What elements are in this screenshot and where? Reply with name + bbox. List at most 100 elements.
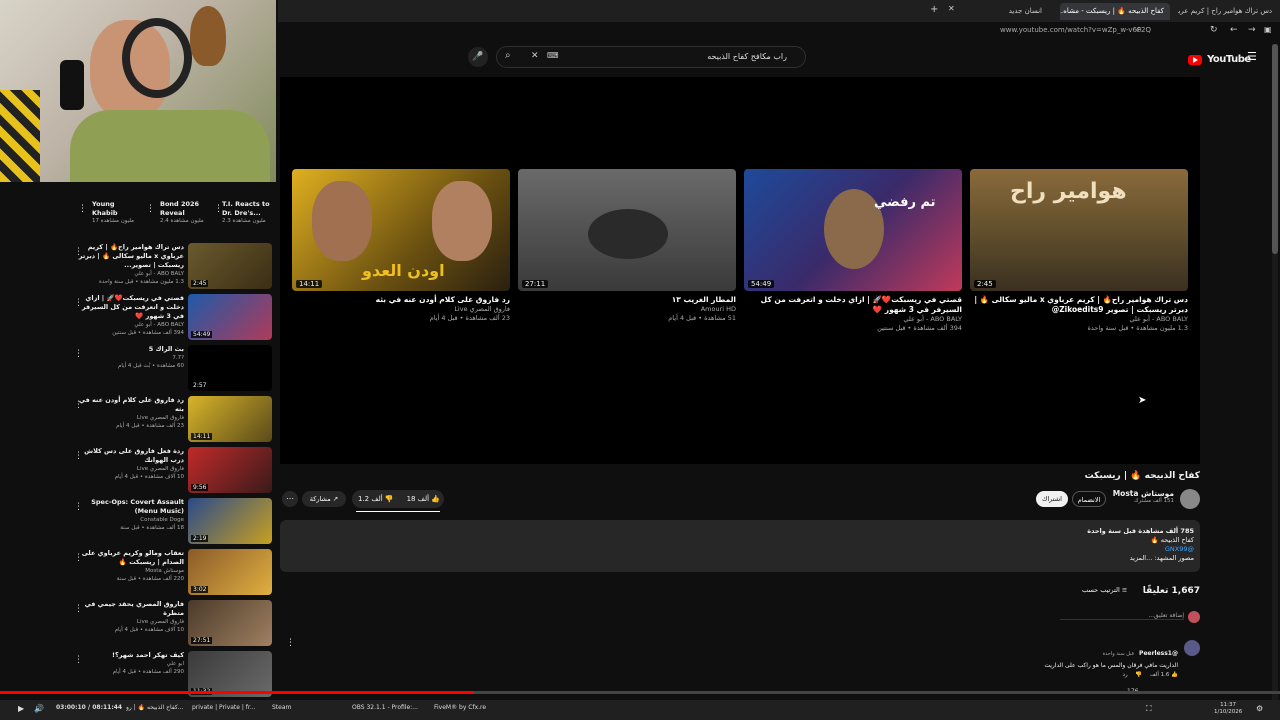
video-thumbnail[interactable]: 3:02 [188, 549, 272, 595]
video-thumbnail[interactable]: 2:57 [188, 345, 272, 391]
comment-author[interactable]: @Peerless1 [1139, 650, 1178, 657]
video-title[interactable]: رد فاروق على كلام أودن عنه في بثه [76, 396, 184, 414]
comments-kebab-icon[interactable]: ⋮ [286, 638, 295, 648]
page-scrollbar[interactable] [1272, 44, 1278, 700]
list-item[interactable]: 3:02 تعقاب ومالو وكريم عرباوي على الصدام… [72, 549, 272, 599]
like-button[interactable]: 18 ألف 👍 [407, 492, 440, 506]
video-thumbnail[interactable]: تم رفضي 54:49 [744, 169, 962, 291]
end-screen-card[interactable]: تم رفضي 54:49 قصتي في ريسبكت❤️🚀 | ازاي د… [744, 169, 962, 333]
list-item[interactable]: 14:11 رد فاروق على كلام أودن عنه في بثه ف… [72, 396, 272, 446]
add-comment-input[interactable]: إضافة تعليق... [1060, 612, 1184, 620]
description-more[interactable]: مصور المشهد: ...المزيد [1087, 554, 1194, 563]
video-title[interactable]: قصتي في ريسبكت❤️🚀 | ازاي دخلت و اتعرفت م… [76, 294, 184, 321]
channel-name[interactable]: فاروق المصري Live [76, 414, 184, 422]
list-item[interactable]: 27:51 فاروق المصري يحقد جيمي في متطرة فار… [72, 600, 272, 650]
stream-progress-track[interactable] [0, 691, 1280, 694]
url-field[interactable]: www.youtube.com/watch?v=wZp_w-v6F2Q [1000, 26, 1151, 34]
channel-name[interactable]: ABO BALY - أبو علي [970, 315, 1188, 324]
video-title[interactable]: تعقاب ومالو وكريم عرباوي على الصدام | ري… [76, 549, 184, 567]
kebab-icon[interactable]: ⋮ [74, 298, 83, 308]
fullscreen-icon[interactable]: ⛶ [1146, 704, 1152, 714]
channel-name[interactable]: ABO BALY - أبو علي [76, 270, 184, 278]
video-title[interactable]: المطار الغريب ١٣ [518, 295, 736, 305]
search-box[interactable]: راب مكافح كفاح الذبيحه ⌨ ✕ ⌕ [496, 46, 806, 68]
end-screen-card[interactable]: 27:11 المطار الغريب ١٣ Amouri HD 51 مشاه… [518, 169, 736, 323]
taskbar-item-steam[interactable]: Steam [272, 704, 291, 711]
kebab-icon[interactable]: ⋮ [78, 204, 87, 214]
kebab-icon[interactable]: ⋮ [74, 400, 83, 410]
avatar[interactable] [1180, 489, 1200, 509]
share-button[interactable]: مشاركة ↗ [302, 491, 346, 507]
channel-name[interactable]: فاروق المصري Live [76, 465, 184, 473]
kebab-icon[interactable]: ⋮ [74, 349, 83, 359]
end-screen-card[interactable]: اودن العدو 14:11 رد فاروق على كلام أودن … [292, 169, 510, 323]
clear-search-icon[interactable]: ✕ [531, 51, 539, 61]
list-item[interactable]: 54:49 قصتي في ريسبكت❤️🚀 | ازاي دخلت و ات… [72, 294, 272, 344]
taskbar-item-browser[interactable]: كفاح الذبيحه 🔥 | رو... [126, 704, 186, 711]
channel-name[interactable]: Amouri HD [518, 305, 736, 314]
dislike-button[interactable]: 1.2 ألف 👎 [358, 492, 394, 506]
video-title[interactable]: كيف تهكر احمد شهر؟! [76, 651, 184, 660]
kebab-icon[interactable]: ⋮ [214, 204, 223, 214]
hamburger-menu-icon[interactable]: ☰ [1247, 50, 1257, 63]
video-title[interactable]: بث الراك 5 [76, 345, 184, 354]
video-title[interactable]: دس تراك هوامير راح🔥 | كريم عرباوي x مالي… [970, 295, 1188, 315]
list-item[interactable]: 2:45 دس تراك هوامير راح🔥 | كريم عرباوي x… [72, 243, 272, 293]
video-player[interactable]: هوامير راح 2:45 دس تراك هوامير راح🔥 | كر… [280, 77, 1200, 464]
kebab-icon[interactable]: ⋮ [74, 502, 83, 512]
description-box[interactable]: 785 ألف مشاهدة قبل سنة واحدة كفاح الذبيح… [280, 520, 1200, 572]
video-title[interactable]: فاروق المصري يحقد جيمي في متطرة [76, 600, 184, 618]
video-thumbnail[interactable]: هوامير راح 2:45 [970, 169, 1188, 291]
player-volume-icon[interactable]: 🔊 [34, 704, 44, 713]
sort-comments-button[interactable]: ≡ الترتيب حسب [1082, 586, 1127, 594]
video-title[interactable]: Spec-Ops: Covert Assault (Menu Music) [76, 498, 184, 516]
search-icon[interactable]: ⌕ [505, 50, 511, 61]
join-button[interactable]: الانضمام [1072, 491, 1106, 507]
top-card-2[interactable]: Bond 2026 Reveal 2.4 مليون مشاهدة [160, 200, 210, 224]
kebab-icon[interactable]: ⋮ [74, 655, 83, 665]
youtube-logo[interactable]: YouTube [1188, 49, 1251, 65]
video-thumbnail[interactable]: اودن العدو 14:11 [292, 169, 510, 291]
close-tab-icon[interactable]: ✕ [948, 4, 955, 13]
forward-icon[interactable]: → [1248, 25, 1256, 35]
video-title[interactable]: دس تراك هوامير راح🔥 | كريم عرباوي x مالي… [76, 243, 184, 270]
kebab-icon[interactable]: ⋮ [74, 553, 83, 563]
video-thumbnail[interactable]: 9:56 [188, 447, 272, 493]
list-item[interactable]: 2:19 Spec-Ops: Covert Assault (Menu Musi… [72, 498, 272, 548]
kebab-icon[interactable]: ⋮ [146, 204, 155, 214]
new-tab-plus-icon[interactable]: + [930, 4, 938, 15]
taskbar-item-private[interactable]: private | Private | fr... [192, 704, 262, 711]
description-handle-link[interactable]: @GNX99 [1087, 545, 1194, 554]
tab-current-video[interactable]: كفاح الذبيحه 🔥 | ريسبكت - مشاه... [1060, 3, 1170, 20]
end-screen-card[interactable]: هوامير راح 2:45 دس تراك هوامير راح🔥 | كر… [970, 169, 1188, 333]
taskbar-item-obs[interactable]: OBS 32.1.1 - Profile:... [352, 704, 424, 711]
avatar[interactable] [1184, 640, 1200, 656]
reload-icon[interactable]: ↻ [1210, 25, 1218, 35]
search-input[interactable]: راب مكافح كفاح الذبيحه [707, 52, 787, 61]
keyboard-icon[interactable]: ⌨ [547, 51, 559, 60]
taskbar-item-fivem[interactable]: FiveM® by Cfx.re [434, 704, 486, 711]
tab-diss-track[interactable]: دس تراك هوامير راح | كريم عرباوي x ... [1178, 3, 1278, 20]
back-icon[interactable]: ← [1230, 25, 1238, 35]
list-item[interactable]: 9:56 ردة فعل فاروق على دس كلاش درب الهوا… [72, 447, 272, 497]
video-thumbnail[interactable]: 2:19 [188, 498, 272, 544]
player-play-icon[interactable]: ▶ [18, 704, 24, 713]
reply-button[interactable]: رد [1123, 672, 1128, 678]
channel-name[interactable]: ABO BALY - أبو علي [744, 315, 962, 324]
kebab-icon[interactable]: ⋮ [74, 247, 83, 257]
kebab-icon[interactable]: ⋮ [74, 451, 83, 461]
kebab-icon[interactable]: ⋮ [74, 604, 83, 614]
video-title[interactable]: رد فاروق على كلام أودن عنه في بثه [292, 295, 510, 305]
more-actions-icon[interactable]: ⋯ [282, 491, 298, 507]
video-title[interactable]: ردة فعل فاروق على دس كلاش درب الهوانك [76, 447, 184, 465]
voice-search-button[interactable]: 🎤 [468, 47, 488, 67]
video-thumbnail[interactable]: 27:51 [188, 600, 272, 646]
comment-dislike-button[interactable]: 👎 [1135, 672, 1142, 678]
channel-name[interactable]: موستاش Mosta [1113, 489, 1174, 498]
video-thumbnail[interactable]: 27:11 [518, 169, 736, 291]
sidebar-toggle-icon[interactable]: ▣ [1264, 25, 1272, 34]
video-thumbnail[interactable]: 2:45 [188, 243, 272, 289]
video-thumbnail[interactable]: 14:11 [188, 396, 272, 442]
video-thumbnail[interactable]: 54:49 [188, 294, 272, 340]
subscribe-button[interactable]: اشتراك [1036, 491, 1068, 507]
